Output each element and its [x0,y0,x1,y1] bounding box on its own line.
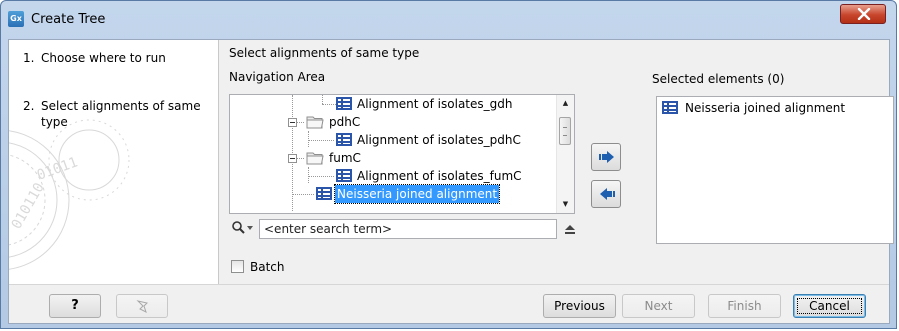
tree-folder-label: pdhC [329,115,361,129]
step-number: 1. [23,51,35,65]
scroll-up-icon[interactable]: ▲ [557,95,574,112]
tree-folder-label: fumC [329,151,361,165]
selected-elements-label: Selected elements (0) [652,72,785,86]
reset-button[interactable] [116,294,168,318]
batch-label: Batch [250,260,285,274]
clear-search-button[interactable] [563,222,577,236]
step-label: Choose where to run [41,51,166,65]
alignment-icon [316,187,332,200]
panel-title: Select alignments of same type [229,46,420,60]
batch-checkbox[interactable] [231,260,244,273]
alignment-icon [662,101,678,114]
tree-item-label: Alignment of isolates_fumC [357,169,522,183]
svg-text:01011: 01011 [35,154,80,183]
title-bar: Gx Create Tree [1,1,896,39]
step-1: 1. Choose where to run [23,50,209,66]
focus-ring [797,298,862,314]
next-button[interactable]: Next [622,294,695,318]
collapse-toggle[interactable] [288,118,297,127]
wizard-steps: 1. Choose where to run 2. Select alignment… [9,40,219,284]
window-title: Create Tree [31,12,106,27]
alignment-icon [336,169,352,182]
svg-text:010110: 010110 [9,180,48,232]
arrow-right-icon [599,151,614,163]
tree-item-label: Alignment of isolates_gdh [357,97,513,111]
dialog-body: 1. Choose where to run 2. Select alignment… [8,39,894,324]
selected-elements-list[interactable]: Neisseria joined alignment [656,96,894,244]
undo-icon [136,300,148,313]
decorative-watermark: 010110 01011 [9,119,130,270]
cancel-button[interactable]: Cancel [793,294,866,318]
alignment-icon [336,97,352,110]
previous-button[interactable]: Previous [543,294,616,318]
scroll-thumb[interactable] [559,117,571,145]
tree-item-selected[interactable]: Neisseria joined alignment [316,184,501,204]
add-selected-button[interactable] [591,143,621,171]
alignment-icon [336,133,352,146]
eject-icon [565,225,575,234]
app-icon: Gx [8,11,24,27]
folder-icon [306,152,324,165]
selection-panel: Select alignments of same type Navigatio… [227,40,894,284]
finish-button[interactable]: Finish [708,294,781,318]
search-options-button[interactable] [231,220,257,236]
folder-icon [306,116,324,129]
tree-folder[interactable]: fumC [306,149,363,167]
dialog-footer: ? Previous Next Finish Cancel [9,284,889,323]
close-button[interactable] [840,4,886,24]
help-button[interactable]: ? [49,294,101,318]
search-icon [232,221,253,234]
create-tree-dialog: Gx Create Tree 1. Choose where to run 2. S… [0,0,897,329]
tree-item-label: Neisseria joined alignment [333,184,501,204]
tree-item[interactable]: Alignment of isolates_gdh [336,95,514,113]
tree-folder[interactable]: pdhC [306,113,362,131]
arrow-left-icon [600,188,615,200]
tree-scrollbar[interactable]: ▲ ▼ [556,95,574,213]
collapse-toggle[interactable] [288,154,297,163]
navigation-area-label: Navigation Area [229,70,326,84]
tree-item-label: Alignment of isolates_pdhC [357,133,521,147]
tree-item[interactable]: Alignment of isolates_fumC [336,167,524,185]
tree-item[interactable]: Alignment of isolates_pdhC [336,131,523,149]
list-item-label: Neisseria joined alignment [685,101,846,115]
close-icon [857,8,871,20]
remove-selected-button[interactable] [591,180,621,208]
scroll-down-icon[interactable]: ▼ [557,196,574,213]
navigation-tree[interactable]: Alignment of isolates_gdh pdhC Alignment… [229,94,575,214]
list-item[interactable]: Neisseria joined alignment [662,99,845,117]
search-input[interactable] [259,219,557,239]
